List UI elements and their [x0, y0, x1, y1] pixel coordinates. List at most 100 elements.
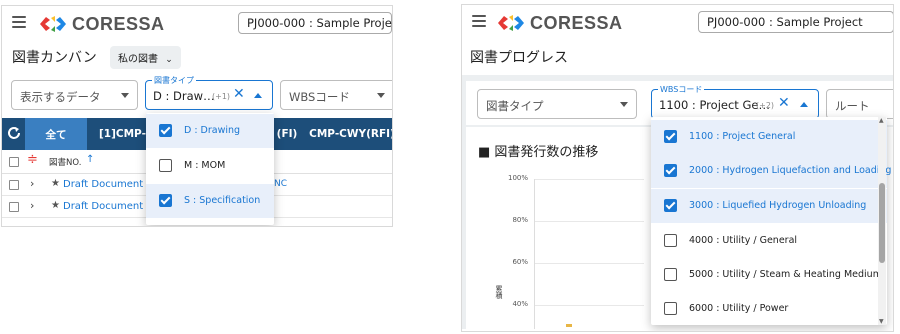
page-title: 図書カンバン [12, 50, 97, 66]
checked-checkbox-icon[interactable] [159, 194, 172, 207]
sort-filter-icon[interactable]: ≑ [27, 152, 38, 167]
wbs-float-label: WBSコード [658, 84, 705, 95]
gridline [534, 221, 644, 222]
row-doc-link[interactable]: Draft Document [63, 201, 143, 212]
row-doc-link[interactable]: Draft Document [63, 179, 143, 190]
dropdown-option-4000[interactable]: 4000 : Utility / General [651, 224, 887, 258]
app-logo: CORESSA [496, 12, 623, 34]
unchecked-checkbox-icon[interactable] [159, 159, 172, 172]
dropdown-scrollbar[interactable]: ▲ ▼ [878, 117, 886, 325]
y-tick-label: 60% [512, 258, 528, 266]
dropdown-option-5000[interactable]: 5000 : Utility / Steam & Heating Medium [651, 258, 887, 292]
dropdown-option-1100[interactable]: 1100 : Project General [651, 120, 887, 154]
row-checkbox[interactable] [9, 180, 19, 190]
scrollbar-thumb[interactable] [879, 183, 885, 263]
scroll-up-icon[interactable]: ▲ [879, 117, 884, 124]
tab-cmp-c[interactable]: [1]CMP-C [87, 118, 154, 150]
unchecked-checkbox-icon[interactable] [664, 302, 677, 315]
top-bar: CORESSA PJ000-000 : Sample Project [2, 6, 392, 40]
dropdown-option-2000[interactable]: 2000 : Hydrogen Liquefaction and Loading [651, 154, 891, 188]
star-icon[interactable]: ★ [51, 200, 60, 211]
caret-down-icon [620, 102, 628, 107]
caret-down-icon [121, 93, 129, 98]
kanban-panel: CORESSA PJ000-000 : Sample Project 図書カンバ… [1, 5, 393, 227]
gridline [534, 263, 644, 264]
dropdown-option-3000[interactable]: 3000 : Liquefied Hydrogen Unloading [651, 189, 887, 223]
option-label: 5000 : Utility / Steam & Heating Medium [689, 269, 882, 280]
display-data-label: 表示するデータ [20, 90, 101, 104]
caret-up-icon[interactable] [254, 93, 262, 98]
wbs-dropdown: 1100 : Project General 2000 : Hydrogen L… [651, 117, 891, 326]
wbs-value: 1100 : Project Ge… [659, 98, 770, 112]
scroll-down-icon[interactable]: ▼ [879, 318, 884, 325]
refresh-icon[interactable] [6, 125, 22, 141]
wbs-code-select[interactable]: WBSコード [280, 80, 392, 110]
option-label: 1100 : Project General [689, 131, 796, 142]
hamburger-menu-icon[interactable] [12, 16, 26, 28]
dropdown-option-6000[interactable]: 6000 : Utility / Power [651, 292, 887, 326]
my-docs-button[interactable]: 私の図書 ⌄ [110, 46, 181, 69]
tab-fi[interactable]: (FI) [272, 118, 302, 150]
row-checkbox[interactable] [9, 202, 19, 212]
sort-up-icon[interactable]: ↑ [86, 154, 94, 165]
y-tick-label: 80% [512, 216, 528, 224]
tab-all[interactable]: 全て [25, 118, 87, 150]
caret-up-icon[interactable] [800, 102, 808, 107]
doc-type-value: D : Draw… [153, 89, 215, 103]
progress-panel: CORESSA PJ000-000 : Sample Project 図書プログ… [461, 4, 894, 332]
filter-bar: 表示するデータ 図書タイプ D : Draw… (+1) ✕ WBSコード [2, 72, 392, 118]
route-select[interactable]: ルート [826, 89, 893, 119]
star-icon[interactable]: ★ [51, 178, 60, 189]
wbs-code-label: WBSコード [289, 90, 350, 104]
checked-checkbox-icon[interactable] [664, 164, 677, 177]
tab-cmp-cwy-rfi[interactable]: CMP-CWY(RFI) [307, 118, 392, 150]
doc-type-float-label: 図書タイプ [152, 75, 196, 86]
gridline [534, 305, 644, 306]
dropdown-option-specification[interactable]: S : Specification [146, 184, 274, 218]
unchecked-checkbox-icon[interactable] [664, 234, 677, 247]
coressa-logo-icon [40, 16, 66, 32]
route-label: ルート [835, 99, 870, 113]
checked-checkbox-icon[interactable] [664, 199, 677, 212]
clear-icon[interactable]: ✕ [233, 86, 245, 102]
y-tick-label: 100% [507, 174, 528, 182]
chart-axis-line [534, 179, 535, 329]
doc-type-dropdown: D : Drawing M : MOM S : Specification [146, 113, 274, 225]
wbs-code-select[interactable]: WBSコード 1100 : Project Ge… (+2) ✕ [651, 84, 819, 119]
unchecked-checkbox-icon[interactable] [664, 268, 677, 281]
app-logo: CORESSA [38, 13, 165, 35]
logo-text: CORESSA [530, 12, 623, 33]
select-all-checkbox[interactable] [9, 157, 19, 167]
top-bar: CORESSA PJ000-000 : Sample Project [462, 5, 893, 39]
clear-icon[interactable]: ✕ [778, 95, 790, 111]
doc-type-more-count: (+1) [212, 92, 231, 101]
my-docs-label: 私の図書 [118, 54, 158, 65]
option-label: M : MOM [184, 160, 226, 171]
dropdown-option-drawing[interactable]: D : Drawing [146, 114, 274, 148]
option-label: 3000 : Liquefied Hydrogen Unloading [689, 200, 867, 211]
coressa-logo-icon [498, 15, 524, 31]
hamburger-menu-icon[interactable] [472, 15, 486, 27]
project-selector[interactable]: PJ000-000 : Sample Project [238, 12, 392, 34]
display-data-select[interactable]: 表示するデータ [11, 80, 138, 110]
y-tick-label: 40% [512, 300, 528, 308]
expand-chevron-icon[interactable]: › [30, 199, 34, 212]
doc-type-select[interactable]: 図書タイプ D : Draw… (+1) ✕ [145, 75, 273, 110]
dropdown-option-mom[interactable]: M : MOM [146, 149, 274, 183]
wbs-more-count: (+2) [756, 101, 775, 110]
option-label: 6000 : Utility / Power [689, 303, 789, 314]
chart-bar-mark [566, 324, 572, 327]
option-label: S : Specification [184, 195, 261, 206]
project-selector[interactable]: PJ000-000 : Sample Project [698, 11, 893, 33]
option-label: D : Drawing [184, 125, 241, 136]
row-extra: NC [274, 179, 288, 189]
expand-chevron-icon[interactable]: › [30, 177, 34, 190]
doc-type-label: 図書タイプ [486, 99, 544, 113]
chevron-down-icon: ⌄ [165, 55, 173, 65]
doc-type-select[interactable]: 図書タイプ [477, 89, 637, 119]
checked-checkbox-icon[interactable] [664, 130, 677, 143]
logo-text: CORESSA [72, 13, 165, 34]
option-label: 4000 : Utility / General [689, 235, 798, 246]
col-doc-no[interactable]: 図書NO. [49, 156, 81, 168]
checked-checkbox-icon[interactable] [159, 124, 172, 137]
